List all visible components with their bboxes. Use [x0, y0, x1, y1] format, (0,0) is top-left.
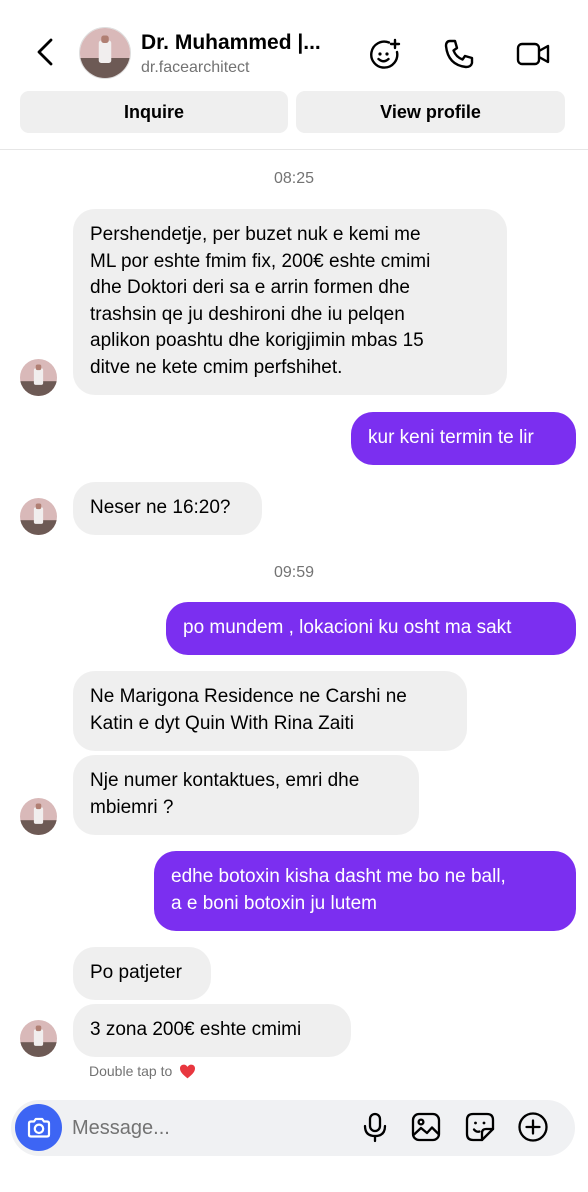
add-icon[interactable]	[516, 1110, 550, 1144]
sticker-icon[interactable]	[463, 1110, 497, 1144]
inquire-button[interactable]: Inquire	[20, 91, 288, 133]
message-line: Ne Marigona Residence ne Carshi ne	[90, 686, 407, 707]
message-line: 3 zona 200€ eshte cmimi	[90, 1019, 302, 1040]
message-outgoing[interactable]: edhe botoxin kisha dasht me bo ne ball, …	[154, 851, 576, 931]
contact-username: dr.facearchitect	[141, 59, 250, 76]
timestamp: 09:59	[273, 564, 315, 581]
phone-icon[interactable]	[441, 36, 477, 72]
message-line: Pershendetje, per buzet nuk e kemi me	[90, 224, 421, 245]
timestamp: 08:25	[273, 170, 315, 187]
message-incoming[interactable]: Neser ne 16:20?	[73, 482, 262, 535]
message-outgoing[interactable]: kur keni termin te lir	[351, 412, 576, 465]
gallery-icon[interactable]	[409, 1110, 443, 1144]
header-divider	[0, 149, 588, 150]
message-line: trashsin qe ju deshironi dhe iu pelqen	[90, 303, 405, 325]
video-camera-icon[interactable]	[515, 36, 551, 72]
message-incoming[interactable]: Po patjeter	[73, 947, 211, 1000]
contact-name[interactable]: Dr. Muhammed |...	[141, 31, 321, 55]
message-line: kur keni termin te lir	[368, 427, 534, 448]
sender-avatar[interactable]	[20, 498, 57, 535]
message-line: Po patjeter	[90, 962, 182, 983]
message-line: edhe botoxin kisha dasht me bo ne ball,	[171, 866, 506, 887]
camera-button[interactable]	[15, 1104, 62, 1151]
effects-icon[interactable]	[367, 36, 403, 72]
sender-avatar[interactable]	[20, 1020, 57, 1057]
message-line: po mundem , lokacioni ku osht ma sakt	[183, 617, 512, 638]
back-chevron-icon[interactable]	[30, 36, 62, 68]
message-line: mbiemri ?	[90, 796, 174, 818]
message-line: Katin e dyt Quin With Rina Zaiti	[90, 712, 354, 734]
message-line: ditve ne kete cmim perfshihet.	[90, 356, 343, 378]
double-tap-hint-text: Double tap to	[89, 1063, 173, 1079]
message-incoming[interactable]: Ne Marigona Residence ne Carshi ne Katin…	[73, 671, 467, 751]
view-profile-button[interactable]: View profile	[296, 91, 565, 133]
sender-avatar[interactable]	[20, 798, 57, 835]
camera-icon	[26, 1115, 52, 1141]
message-line: a e boni botoxin ju lutem	[171, 892, 377, 914]
message-line: Nje numer kontaktues, emri dhe	[90, 770, 360, 791]
message-line: dhe Doktori deri sa e arrin formen dhe	[90, 277, 410, 298]
message-line: aplikon poashtu dhe korigjimin mbas 15	[90, 330, 424, 351]
message-incoming[interactable]: Nje numer kontaktues, emri dhe mbiemri ?	[73, 755, 419, 835]
message-incoming[interactable]: 3 zona 200€ eshte cmimi	[73, 1004, 351, 1057]
heart-icon	[179, 1064, 196, 1082]
microphone-icon[interactable]	[358, 1110, 392, 1144]
sender-avatar[interactable]	[20, 359, 57, 396]
message-line: ML por eshte fmim fix, 200€ eshte cmimi	[90, 250, 431, 272]
message-incoming[interactable]: Pershendetje, per buzet nuk e kemi me ML…	[73, 209, 507, 395]
avatar[interactable]	[79, 27, 131, 79]
double-tap-hint: Double tap to	[89, 1063, 196, 1082]
message-line: Neser ne 16:20?	[90, 497, 231, 518]
message-input[interactable]	[72, 1110, 342, 1146]
message-outgoing[interactable]: po mundem , lokacioni ku osht ma sakt	[166, 602, 576, 655]
